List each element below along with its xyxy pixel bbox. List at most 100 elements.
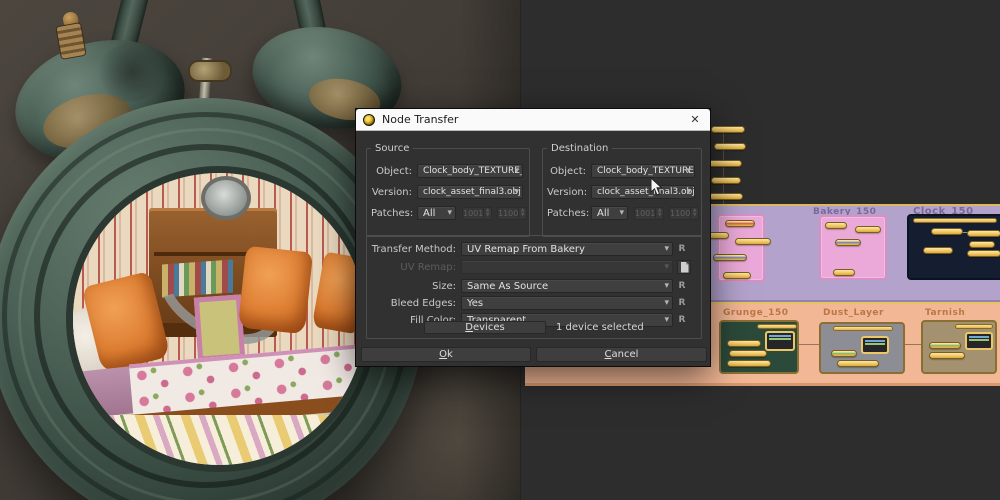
dest-patches-dropdown[interactable]: All ▾ <box>591 206 628 220</box>
ok-button-label: Ok <box>439 349 453 360</box>
devices-button-label: Devices <box>465 322 505 333</box>
graph-node[interactable] <box>825 222 847 229</box>
node-group-tan[interactable] <box>921 320 997 374</box>
chevron-down-icon: ▾ <box>686 187 691 197</box>
spinner-arrows-icon[interactable]: ▲ ▼ <box>518 208 526 218</box>
chevron-down-icon: ▾ <box>664 262 669 272</box>
transfer-method-value: UV Remap From Bakery <box>467 243 585 255</box>
node-group-pink[interactable] <box>819 215 887 280</box>
graph-node[interactable] <box>725 220 755 227</box>
devices-status: 1 device selected <box>556 322 644 333</box>
graph-node[interactable] <box>711 177 741 184</box>
graph-node[interactable] <box>929 342 961 349</box>
destination-group: Destination Object: Clock_body_TEXTURE_M… <box>542 143 702 237</box>
file-browse-button[interactable] <box>677 260 691 274</box>
graph-node[interactable] <box>709 193 743 200</box>
patch-start-value: 1001 <box>463 208 484 218</box>
size-label: Size: <box>432 280 456 292</box>
chevron-down-icon: ▾ <box>664 244 669 254</box>
graph-node[interactable] <box>727 340 761 347</box>
graph-node[interactable] <box>967 230 1000 237</box>
graph-node[interactable] <box>711 126 745 133</box>
source-object-value: Clock_body_TEXTURE_ME <box>423 166 522 176</box>
clock-hammer-nut <box>188 60 232 82</box>
node-stripe <box>769 338 791 340</box>
patch-end-value: 1100 <box>498 208 519 218</box>
bleed-edges-dropdown[interactable]: Yes ▾ <box>461 296 673 310</box>
destination-group-legend: Destination <box>551 143 609 154</box>
close-icon[interactable]: ✕ <box>687 113 703 126</box>
graph-node[interactable] <box>955 324 993 329</box>
source-patch-end-spinner[interactable]: 1100 ▲ ▼ <box>497 206 527 220</box>
transfer-method-label: Transfer Method: <box>371 243 456 255</box>
source-group: Source Object: Clock_body_TEXTURE_ME ▾ V… <box>366 143 530 237</box>
uv-remap-label: UV Remap: <box>400 261 456 273</box>
graph-node-image[interactable] <box>965 332 993 350</box>
mouse-cursor <box>650 177 663 196</box>
graph-node-image[interactable] <box>765 331 795 351</box>
scene-orange-pillow <box>238 245 314 334</box>
node-stripe <box>769 335 791 337</box>
graph-node[interactable] <box>969 241 995 248</box>
cancel-button[interactable]: Cancel <box>536 347 707 362</box>
graph-node[interactable] <box>833 269 855 276</box>
node-group-green[interactable] <box>719 320 799 374</box>
graph-node[interactable] <box>837 360 879 367</box>
graph-node[interactable] <box>913 218 997 223</box>
graph-node[interactable] <box>855 226 881 233</box>
source-patch-start-spinner[interactable]: 1001 ▲ ▼ <box>462 206 492 220</box>
spinner-arrows-icon[interactable]: ▲ ▼ <box>483 208 491 218</box>
node-group-gray[interactable] <box>819 322 905 374</box>
graph-node[interactable] <box>727 360 771 367</box>
node-stripe <box>969 339 989 341</box>
graph-node[interactable] <box>967 250 1000 257</box>
transfer-method-dropdown[interactable]: UV Remap From Bakery ▾ <box>461 242 673 256</box>
graph-node[interactable] <box>831 350 857 357</box>
graph-node[interactable] <box>735 238 771 245</box>
graph-node[interactable] <box>923 247 953 254</box>
devices-button[interactable]: Devices <box>424 321 546 334</box>
dest-patch-start-spinner[interactable]: 1001 ▲ ▼ <box>634 206 664 220</box>
graph-node[interactable] <box>931 228 963 235</box>
dest-version-dropdown[interactable]: clock_asset_final3.obj ▾ <box>591 185 695 199</box>
source-patches-label: Patches: <box>371 207 414 219</box>
patch-start-value: 1001 <box>635 208 656 218</box>
reset-icon[interactable]: R <box>677 244 687 254</box>
source-group-legend: Source <box>375 143 410 154</box>
ok-button[interactable]: Ok <box>361 347 531 362</box>
graph-node[interactable] <box>835 239 861 246</box>
spinner-arrows-icon[interactable]: ▲ ▼ <box>690 208 698 218</box>
size-value: Same As Source <box>467 280 549 292</box>
graph-node[interactable] <box>714 143 746 150</box>
reset-icon[interactable]: R <box>677 281 687 291</box>
graph-node[interactable] <box>729 350 767 357</box>
dest-object-dropdown[interactable]: Clock_body_TEXTURE_ME ▾ <box>591 164 695 178</box>
source-object-dropdown[interactable]: Clock_body_TEXTURE_ME ▾ <box>417 164 523 178</box>
chevron-down-icon: ▾ <box>447 208 452 218</box>
reset-icon[interactable]: R <box>677 298 687 308</box>
reset-icon[interactable]: R <box>677 315 687 325</box>
source-version-value: clock_asset_final3.obj <box>423 187 521 197</box>
chevron-down-icon: ▾ <box>514 166 519 176</box>
backdrop-label: Dust_Layer <box>823 308 884 318</box>
node-group-pink[interactable] <box>705 214 771 282</box>
node-stripe <box>865 340 885 342</box>
graph-node[interactable] <box>723 272 751 279</box>
chevron-down-icon: ▾ <box>619 208 624 218</box>
spinner-arrows-icon[interactable]: ▲ ▼ <box>655 208 663 218</box>
size-dropdown[interactable]: Same As Source ▾ <box>461 279 673 293</box>
dest-version-label: Version: <box>547 186 588 198</box>
node-group-navy[interactable] <box>907 214 1000 280</box>
dest-patch-end-spinner[interactable]: 1100 ▲ ▼ <box>669 206 699 220</box>
graph-node[interactable] <box>833 326 893 331</box>
dialog-titlebar[interactable]: Node Transfer ✕ <box>356 109 710 131</box>
graph-node[interactable] <box>929 352 965 359</box>
source-version-dropdown[interactable]: clock_asset_final3.obj ▾ <box>417 185 523 199</box>
source-patches-dropdown[interactable]: All ▾ <box>417 206 456 220</box>
source-object-label: Object: <box>376 165 412 177</box>
dest-patches-value: All <box>597 207 610 219</box>
graph-node-image[interactable] <box>861 336 889 354</box>
graph-node[interactable] <box>713 254 747 261</box>
graph-node[interactable] <box>757 324 797 329</box>
graph-node[interactable] <box>708 160 742 167</box>
